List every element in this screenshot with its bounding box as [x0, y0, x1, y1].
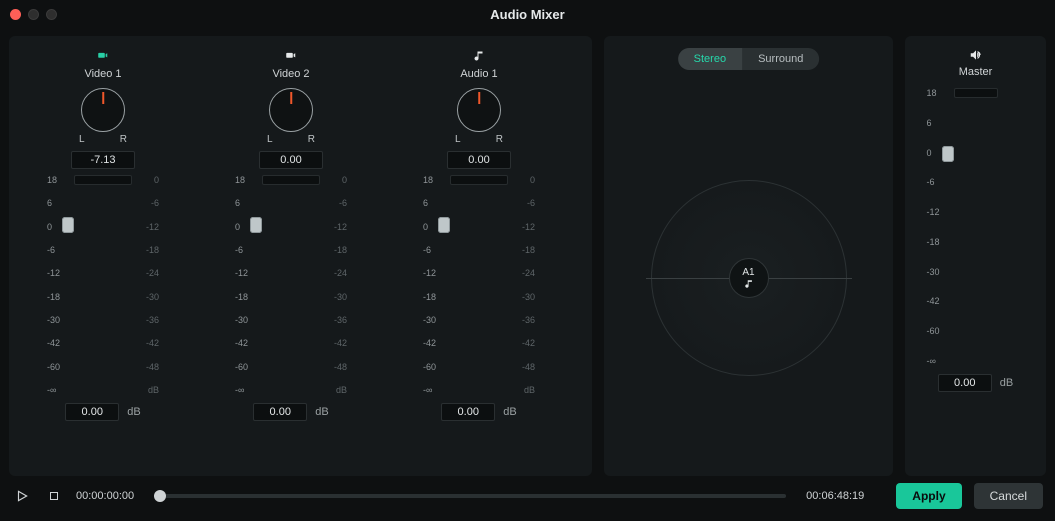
pan-value[interactable]: 0.00 [259, 151, 323, 169]
master-label: Master [913, 66, 1038, 78]
fader-value[interactable]: 0.00 [65, 403, 119, 421]
pan-knob[interactable] [81, 88, 125, 132]
fader-handle[interactable] [438, 217, 450, 233]
titlebar: Audio Mixer [0, 0, 1055, 28]
stop-button[interactable] [44, 486, 64, 506]
meter-scale-right: 0-6-12-18-24-30-36-42-48dB [323, 175, 347, 395]
track-channel: Video 1 L R -7.131860-6-12-18-30-42-60-∞ 0-6… [23, 48, 183, 421]
master-panel: Master 1860-6-12-18-30-42-60-∞ 0.00 dB [905, 36, 1046, 476]
music-icon [472, 48, 486, 64]
fader-unit: dB [127, 406, 140, 418]
spatial-mode-toggle: Stereo Surround [678, 48, 820, 70]
spatial-panel: Stereo Surround A1 [604, 36, 893, 476]
fader-handle[interactable] [62, 217, 74, 233]
fader-unit: dB [315, 406, 328, 418]
pan-left-label: L [455, 134, 461, 145]
pan-right-label: R [496, 134, 503, 145]
pan-knob[interactable] [457, 88, 501, 132]
meter-scale-left: 1860-6-12-18-30-42-60-∞ [423, 175, 447, 395]
window-controls [10, 9, 57, 20]
tracks-panel: Video 1LR-7.131860-6-12-18-30-42-60-∞0-6… [9, 36, 592, 476]
video-icon [96, 48, 110, 64]
fader-unit: dB [503, 406, 516, 418]
track-label: Video 2 [272, 68, 309, 80]
close-window-button[interactable] [10, 9, 21, 20]
fader-value[interactable]: 0.00 [441, 403, 495, 421]
pan-right-label: R [308, 134, 315, 145]
master-fader-value[interactable]: 0.00 [938, 374, 992, 392]
master-meter [954, 88, 998, 98]
spatial-node[interactable]: A1 [729, 258, 769, 298]
current-timecode: 00:00:00:00 [76, 490, 134, 502]
music-icon [743, 279, 755, 289]
play-button[interactable] [12, 486, 32, 506]
level-meter [74, 175, 132, 185]
fader-handle[interactable] [250, 217, 262, 233]
pan-left-label: L [79, 134, 85, 145]
spatial-node-label: A1 [742, 267, 754, 278]
cancel-button[interactable]: Cancel [974, 483, 1043, 509]
track-label: Video 1 [84, 68, 121, 80]
zoom-window-button[interactable] [46, 9, 57, 20]
level-meter [262, 175, 320, 185]
meter-scale-right: 0-6-12-18-24-30-36-42-48dB [511, 175, 535, 395]
footer: 00:00:00:00 00:06:48:19 Apply Cancel [0, 476, 1055, 516]
master-fader-handle[interactable] [942, 146, 954, 162]
window-title: Audio Mixer [0, 7, 1055, 22]
pan-left-label: L [267, 134, 273, 145]
speaker-icon [913, 48, 1038, 62]
master-fader-unit: dB [1000, 377, 1013, 389]
meter-scale-left: 1860-6-12-18-30-42-60-∞ [235, 175, 259, 395]
meter-scale-left: 1860-6-12-18-30-42-60-∞ [47, 175, 71, 395]
timeline-knob[interactable] [154, 490, 166, 502]
track-channel: Video 2LR0.001860-6-12-18-30-42-60-∞0-6-… [211, 48, 371, 421]
pan-right-label: R [120, 134, 127, 145]
stereo-mode-button[interactable]: Stereo [678, 48, 742, 70]
apply-button[interactable]: Apply [896, 483, 961, 509]
pan-knob[interactable] [269, 88, 313, 132]
surround-mode-button[interactable]: Surround [742, 48, 819, 70]
timeline-slider[interactable] [154, 494, 786, 498]
pan-value[interactable]: -7.13 [71, 151, 135, 169]
level-meter [450, 175, 508, 185]
minimize-window-button[interactable] [28, 9, 39, 20]
main-content: Video 1LR-7.131860-6-12-18-30-42-60-∞0-6… [0, 28, 1055, 476]
pan-value[interactable]: 0.00 [447, 151, 511, 169]
spatial-field[interactable]: A1 [651, 180, 847, 376]
total-timecode: 00:06:48:19 [806, 490, 864, 502]
meter-scale-right: 0-6-12-18-24-30-36-42-48dB [135, 175, 159, 395]
fader-value[interactable]: 0.00 [253, 403, 307, 421]
video-icon [284, 48, 298, 64]
track-channel: Audio 1LR0.001860-6-12-18-30-42-60-∞0-6-… [399, 48, 559, 421]
track-label: Audio 1 [460, 68, 497, 80]
